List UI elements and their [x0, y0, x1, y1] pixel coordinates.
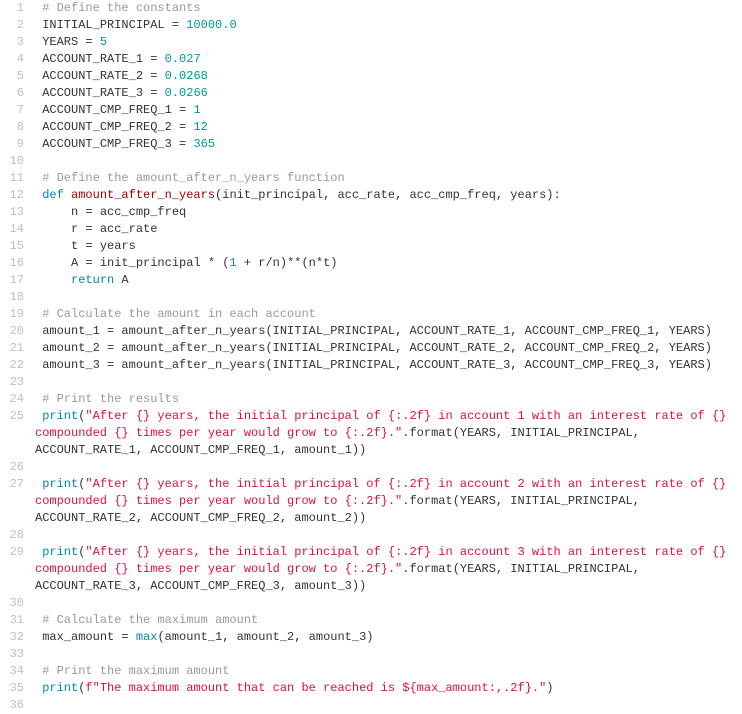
line-number: 25: [0, 408, 24, 459]
code-area[interactable]: # Define the constants INITIAL_PRINCIPAL…: [29, 0, 742, 714]
line-number: 11: [0, 170, 24, 187]
line-number: 18: [0, 289, 24, 306]
line-number: 36: [0, 697, 24, 714]
line-number: 16: [0, 255, 24, 272]
code-line[interactable]: ACCOUNT_RATE_1 = 0.027: [35, 51, 742, 68]
code-line[interactable]: t = years: [35, 238, 742, 255]
line-number: 32: [0, 629, 24, 646]
line-number: 8: [0, 119, 24, 136]
code-line[interactable]: ACCOUNT_RATE_2 = 0.0268: [35, 68, 742, 85]
line-number: 33: [0, 646, 24, 663]
code-line[interactable]: ACCOUNT_RATE_3 = 0.0266: [35, 85, 742, 102]
code-line[interactable]: [35, 459, 742, 476]
line-number-gutter: 1234567891011121314151617181920212223242…: [0, 0, 29, 714]
code-line[interactable]: YEARS = 5: [35, 34, 742, 51]
code-line[interactable]: [35, 289, 742, 306]
code-line[interactable]: # Calculate the amount in each account: [35, 306, 742, 323]
line-number: 28: [0, 527, 24, 544]
line-number: 24: [0, 391, 24, 408]
code-line[interactable]: [35, 527, 742, 544]
code-line[interactable]: print("After {} years, the initial princ…: [35, 544, 742, 595]
code-line[interactable]: print(f"The maximum amount that can be r…: [35, 680, 742, 697]
line-number: 12: [0, 187, 24, 204]
line-number: 31: [0, 612, 24, 629]
line-number: 29: [0, 544, 24, 595]
line-number: 21: [0, 340, 24, 357]
code-line[interactable]: [35, 374, 742, 391]
code-line[interactable]: # Define the amount_after_n_years functi…: [35, 170, 742, 187]
code-line[interactable]: max_amount = max(amount_1, amount_2, amo…: [35, 629, 742, 646]
code-line[interactable]: ACCOUNT_CMP_FREQ_2 = 12: [35, 119, 742, 136]
code-line[interactable]: A = init_principal * (1 + r/n)**(n*t): [35, 255, 742, 272]
line-number: 35: [0, 680, 24, 697]
line-number: 30: [0, 595, 24, 612]
code-editor: 1234567891011121314151617181920212223242…: [0, 0, 742, 714]
code-line[interactable]: ACCOUNT_CMP_FREQ_1 = 1: [35, 102, 742, 119]
line-number: 22: [0, 357, 24, 374]
code-line[interactable]: # Print the maximum amount: [35, 663, 742, 680]
code-line[interactable]: amount_3 = amount_after_n_years(INITIAL_…: [35, 357, 742, 374]
line-number: 17: [0, 272, 24, 289]
line-number: 7: [0, 102, 24, 119]
line-number: 23: [0, 374, 24, 391]
code-line[interactable]: return A: [35, 272, 742, 289]
line-number: 6: [0, 85, 24, 102]
line-number: 34: [0, 663, 24, 680]
line-number: 20: [0, 323, 24, 340]
code-line[interactable]: amount_2 = amount_after_n_years(INITIAL_…: [35, 340, 742, 357]
line-number: 27: [0, 476, 24, 527]
code-line[interactable]: amount_1 = amount_after_n_years(INITIAL_…: [35, 323, 742, 340]
line-number: 9: [0, 136, 24, 153]
code-line[interactable]: # Calculate the maximum amount: [35, 612, 742, 629]
line-number: 5: [0, 68, 24, 85]
code-line[interactable]: # Print the results: [35, 391, 742, 408]
code-line[interactable]: n = acc_cmp_freq: [35, 204, 742, 221]
code-line[interactable]: [35, 595, 742, 612]
code-line[interactable]: def amount_after_n_years(init_principal,…: [35, 187, 742, 204]
code-line[interactable]: ACCOUNT_CMP_FREQ_3 = 365: [35, 136, 742, 153]
code-line[interactable]: print("After {} years, the initial princ…: [35, 408, 742, 459]
line-number: 13: [0, 204, 24, 221]
line-number: 2: [0, 17, 24, 34]
code-line[interactable]: r = acc_rate: [35, 221, 742, 238]
line-number: 15: [0, 238, 24, 255]
code-line[interactable]: print("After {} years, the initial princ…: [35, 476, 742, 527]
line-number: 4: [0, 51, 24, 68]
code-line[interactable]: [35, 646, 742, 663]
line-number: 1: [0, 0, 24, 17]
code-line[interactable]: # Define the constants: [35, 0, 742, 17]
code-line[interactable]: [35, 697, 742, 714]
line-number: 3: [0, 34, 24, 51]
line-number: 26: [0, 459, 24, 476]
line-number: 14: [0, 221, 24, 238]
line-number: 19: [0, 306, 24, 323]
code-line[interactable]: [35, 153, 742, 170]
line-number: 10: [0, 153, 24, 170]
code-line[interactable]: INITIAL_PRINCIPAL = 10000.0: [35, 17, 742, 34]
